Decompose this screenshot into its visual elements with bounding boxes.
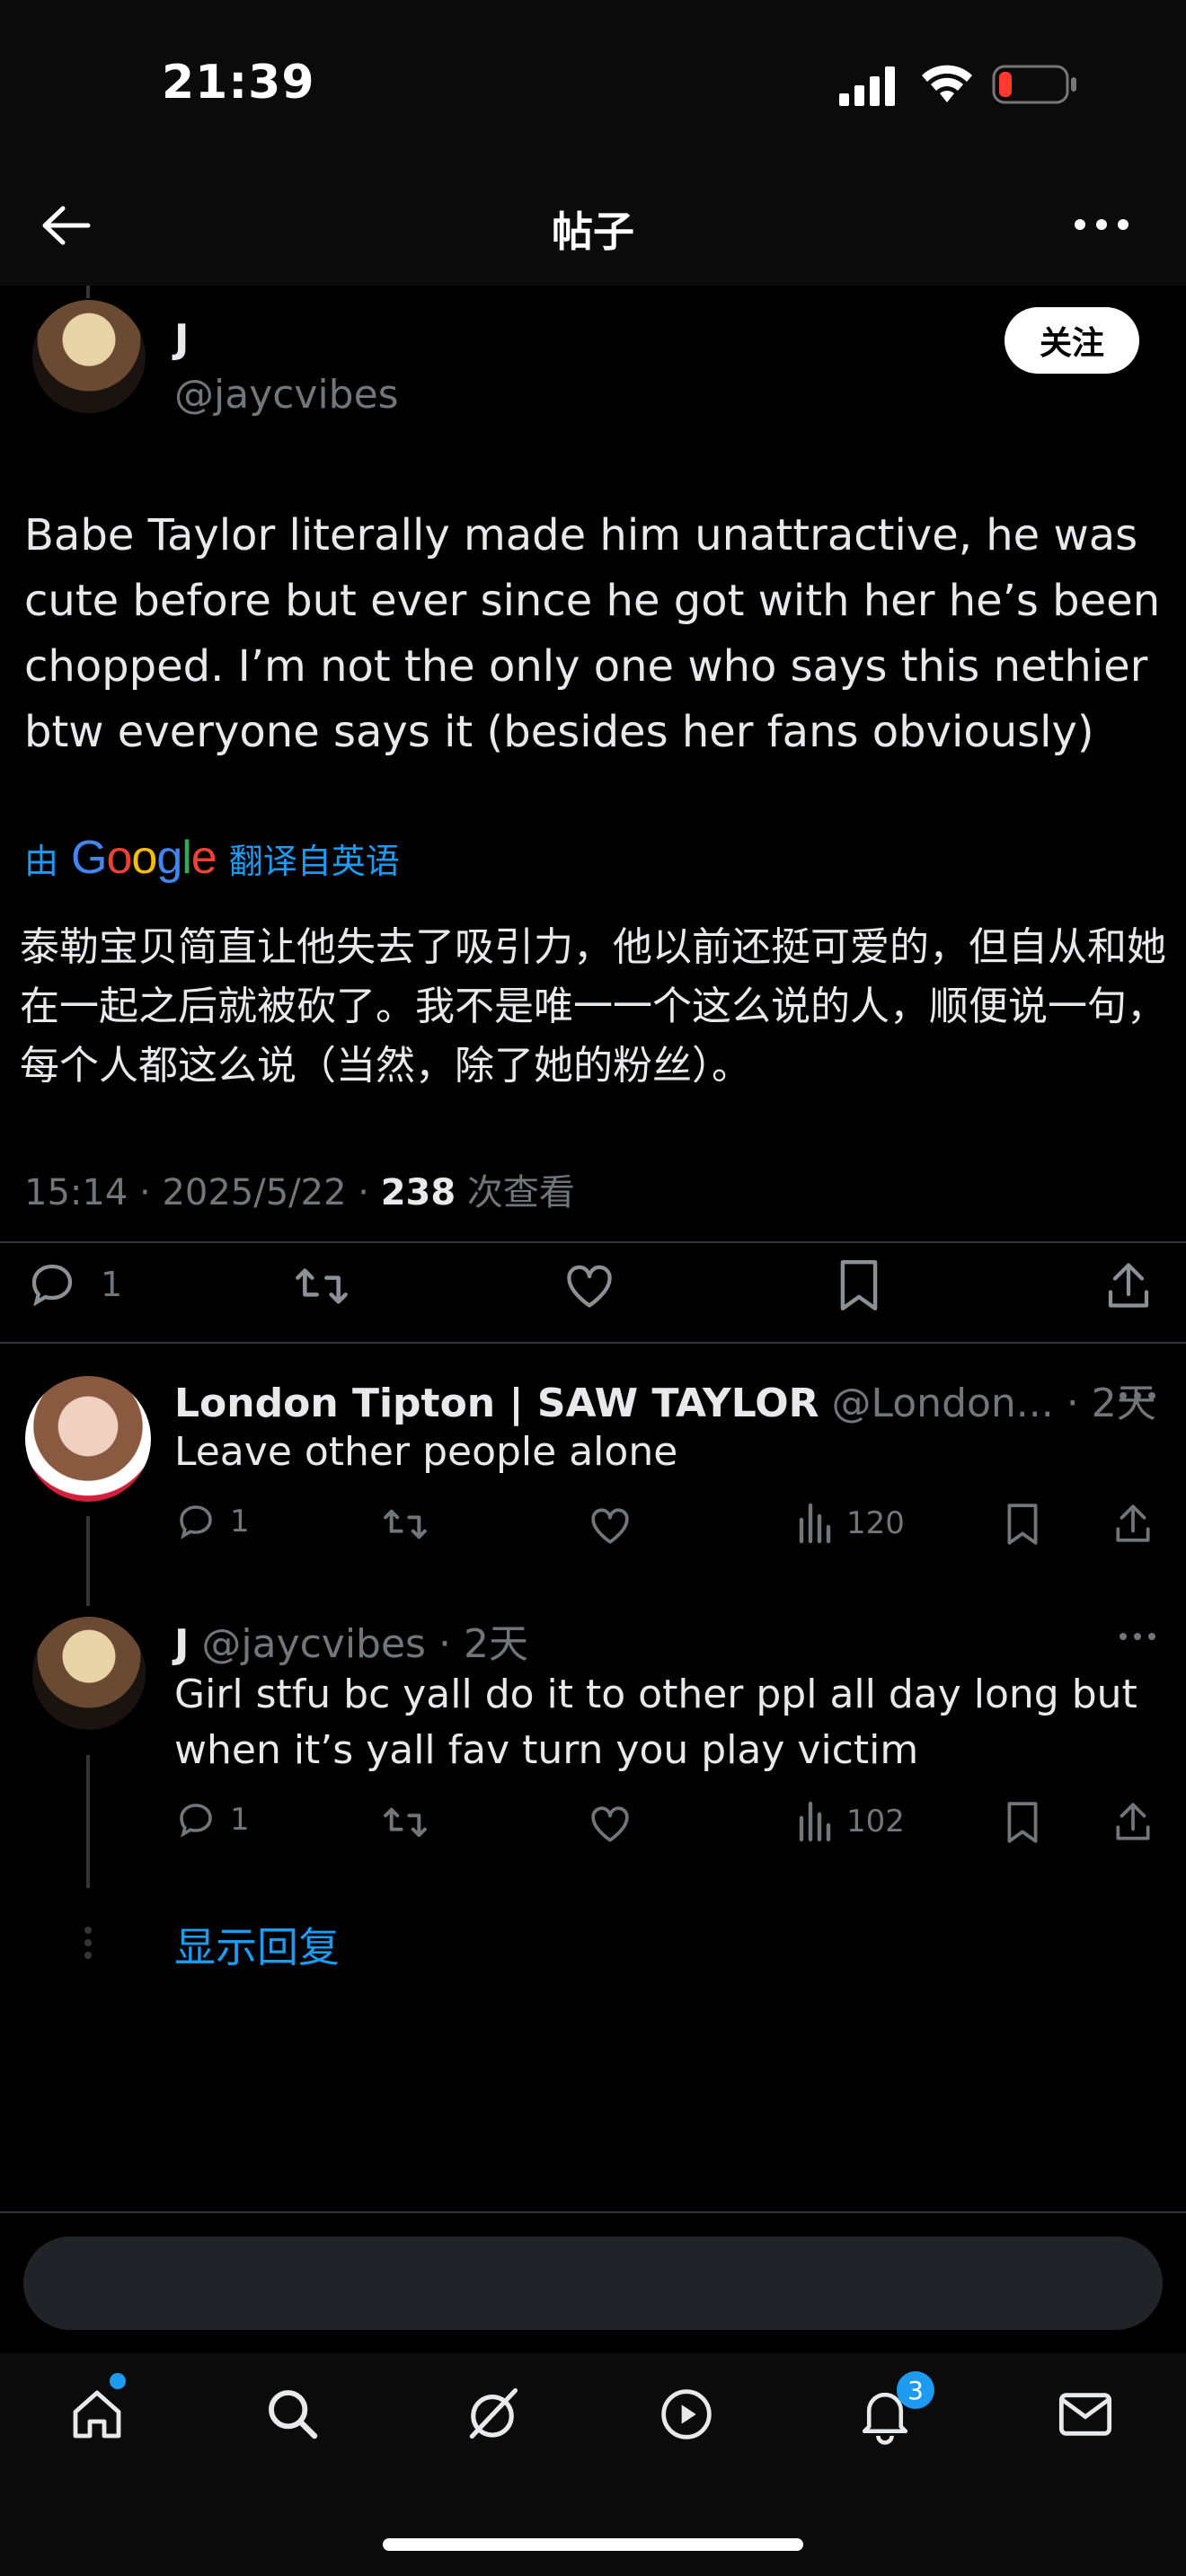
post-text: Babe Taylor literally made him unattract… (24, 510, 1161, 757)
reply-icon (174, 1500, 217, 1543)
reply-text: Leave other people alone (174, 1429, 678, 1475)
mail-icon[interactable] (1057, 2389, 1114, 2439)
translated-text: 泰勒宝贝简直让他失去了吸引力，他以前还挺可爱的，但自从和她在一起之后就被砍了。我… (20, 924, 1166, 1089)
views-icon (796, 1800, 836, 1843)
reply-text: Girl stfu bc yall do it to other ppl all… (174, 1672, 1137, 1773)
search-icon[interactable] (264, 2386, 322, 2443)
retweet-icon[interactable] (381, 1504, 429, 1545)
notifications-badge: 3 (897, 2371, 934, 2409)
more-icon[interactable] (1073, 216, 1130, 234)
thread-connector (86, 1755, 90, 1888)
avatar[interactable] (25, 1376, 151, 1502)
views-button[interactable]: 102 (796, 1800, 905, 1843)
post-time: 15:14 (24, 1172, 128, 1213)
follow-button[interactable]: 关注 (1005, 307, 1139, 374)
bookmark-icon[interactable] (834, 1257, 884, 1313)
divider (0, 1241, 1186, 1243)
reply-header: J @jaycvibes · 2天 (174, 1621, 528, 1667)
like-icon[interactable] (562, 1259, 616, 1311)
reply-composer[interactable] (23, 2236, 1163, 2330)
reply-author-handle[interactable]: @London... (832, 1381, 1054, 1426)
post-meta: 15:14 · 2025/5/22 · 238 次查看 (24, 1172, 575, 1213)
reply-header: London Tipton | SAW TAYLOR @London... · … (174, 1381, 1156, 1426)
translation-attribution[interactable]: 由 Google 翻译自英语 (24, 831, 400, 885)
share-icon[interactable] (1111, 1798, 1155, 1845)
grok-icon[interactable] (462, 2382, 523, 2445)
reply-button[interactable]: 1 (174, 1798, 250, 1841)
reply-button[interactable]: 1 (25, 1257, 122, 1311)
reply-button[interactable]: 1 (174, 1500, 250, 1543)
divider (0, 2211, 1186, 2213)
home-icon[interactable] (68, 2386, 126, 2443)
signal-icon (839, 66, 898, 106)
retweet-icon[interactable] (293, 1261, 350, 1311)
post-date: 2025/5/22 (162, 1172, 347, 1213)
reply-count: 1 (230, 1802, 250, 1838)
bookmark-icon[interactable] (1003, 1800, 1042, 1845)
divider (0, 1342, 1186, 1344)
reply-time: 2天 (463, 1621, 528, 1667)
like-icon[interactable] (588, 1802, 633, 1845)
translate-prefix: 由 (24, 841, 59, 881)
reply-count: 1 (101, 1265, 123, 1304)
views-button[interactable]: 120 (796, 1502, 905, 1545)
views-icon (796, 1502, 836, 1545)
video-icon[interactable] (658, 2386, 715, 2443)
more-icon[interactable] (1118, 1631, 1157, 1642)
more-icon[interactable] (1118, 1390, 1157, 1401)
share-icon[interactable] (1102, 1257, 1155, 1313)
share-icon[interactable] (1111, 1500, 1155, 1547)
views-count: 238 (380, 1172, 456, 1213)
like-icon[interactable] (588, 1504, 633, 1547)
thread-connector (86, 286, 90, 298)
home-indicator (383, 2538, 803, 2551)
wifi-icon (920, 63, 974, 104)
bookmark-icon[interactable] (1003, 1502, 1042, 1547)
thread-dots-icon (83, 1926, 93, 1960)
views-label: 次查看 (466, 1172, 575, 1213)
home-dot (110, 2373, 126, 2389)
show-replies-link[interactable]: 显示回复 (174, 1915, 340, 1974)
google-logo: Google (71, 832, 217, 884)
translate-suffix: 翻译自英语 (228, 841, 400, 881)
author-handle[interactable]: @jaycvibes (174, 372, 399, 418)
reply-count: 1 (230, 1504, 250, 1539)
reply-author-handle[interactable]: @jaycvibes (201, 1621, 426, 1667)
battery-icon (992, 65, 1078, 104)
reply-icon (25, 1257, 79, 1311)
status-time: 21:39 (162, 56, 315, 110)
reply-time: 2天 (1091, 1381, 1156, 1426)
avatar[interactable] (32, 1617, 146, 1730)
retweet-icon[interactable] (381, 1802, 429, 1843)
page-title: 帖子 (552, 207, 634, 256)
author-name[interactable]: J (174, 316, 189, 362)
views-count: 102 (846, 1804, 905, 1839)
reply-icon (174, 1798, 217, 1841)
views-count: 120 (846, 1505, 905, 1541)
thread-connector (86, 1516, 90, 1606)
reply-author-name[interactable]: J (174, 1621, 189, 1667)
avatar[interactable] (32, 300, 146, 413)
reply-author-name[interactable]: London Tipton | SAW TAYLOR (174, 1381, 819, 1426)
